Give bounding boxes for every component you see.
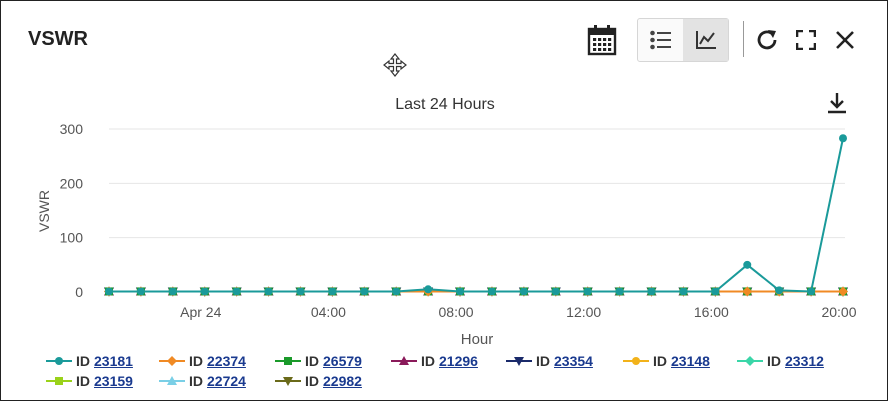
legend-id-prefix: ID [76,353,90,369]
y-tick-label: 100 [60,230,84,246]
legend-item[interactable]: ID 23159 [46,373,133,389]
series-line [109,138,844,293]
legend-id-link[interactable]: 22982 [323,373,362,389]
x-tick-label: Apr 24 [180,304,221,320]
legend-id-link[interactable]: 23181 [94,353,133,369]
legend-id-link[interactable]: 23148 [671,353,710,369]
data-point [743,260,752,269]
x-tick-label: 04:00 [311,304,346,320]
legend-swatch [506,357,532,366]
x-tick-label: 16:00 [694,304,729,320]
legend-id-prefix: ID [189,373,203,389]
legend-id-prefix: ID [653,353,667,369]
x-tick-label: 20:00 [821,304,856,320]
legend-id-prefix: ID [767,353,781,369]
vswr-widget-panel: VSWR Last 24 Hours 0 100 200 300 Apr 24 … [0,0,888,401]
legend-swatch-marker [632,357,640,365]
legend-id-prefix: ID [305,373,319,389]
legend-swatch [159,356,185,366]
data-point [200,287,209,296]
data-point [839,134,847,143]
data-point [487,287,496,296]
data-point [519,287,528,296]
data-point [679,287,688,296]
legend-swatch [391,356,417,365]
legend-item[interactable]: ID 22982 [275,373,362,389]
legend-swatch [275,357,301,365]
x-tick-label: 12:00 [566,304,601,320]
legend-id-link[interactable]: 23312 [785,353,824,369]
data-point [296,287,305,296]
legend-id-prefix: ID [536,353,550,369]
data-point [647,287,656,296]
legend-swatch-marker [55,357,63,365]
legend-id-prefix: ID [189,353,203,369]
legend-id-link[interactable]: 23354 [554,353,593,369]
y-tick-label: 300 [60,121,84,137]
legend-swatch-marker [55,377,63,385]
line-chart: 0 100 200 300 Apr 24 04:00 08:00 12:00 16:00 20:0… [36,121,857,348]
legend-id-link[interactable]: 26579 [323,353,362,369]
legend-swatch-marker [167,356,177,366]
legend-item[interactable]: ID 23354 [506,353,593,369]
y-tick-label: 0 [75,284,83,300]
data-point [168,287,177,296]
legend-id-link[interactable]: 22374 [207,353,246,369]
data-point [551,287,560,296]
legend-swatch [737,356,763,366]
data-point [615,287,624,296]
legend-item[interactable]: ID 21296 [391,353,478,369]
legend-id-prefix: ID [421,353,435,369]
data-point [424,285,433,294]
legend-swatch-marker [745,356,755,366]
legend-id-link[interactable]: 22724 [207,373,246,389]
legend-swatch [46,357,72,365]
legend-id-link[interactable]: 23159 [94,373,133,389]
data-point [328,287,337,296]
legend-item[interactable]: ID 26579 [275,353,362,369]
data-point [456,287,465,296]
legend-swatch [159,376,185,385]
data-point [136,287,145,296]
data-point [232,287,241,296]
legend-id-prefix: ID [305,353,319,369]
legend-item[interactable]: ID 22374 [159,353,246,369]
data-point [583,287,592,296]
legend-id-link[interactable]: 21296 [439,353,478,369]
legend-item[interactable]: ID 22724 [159,373,246,389]
data-point [264,287,273,296]
data-point [775,286,784,295]
legend-item[interactable]: ID 23148 [623,353,710,369]
y-tick-label: 200 [60,175,84,191]
legend-id-prefix: ID [76,373,90,389]
data-point [360,287,369,296]
x-axis-label: Hour [461,331,494,348]
data-point [807,287,816,296]
data-point [392,287,401,296]
legend-item[interactable]: ID 23312 [737,353,824,369]
y-axis-label: VSWR [36,190,52,232]
data-point [711,287,720,296]
legend-swatch [46,377,72,385]
legend-swatch [623,357,649,365]
legend-item[interactable]: ID 23181 [46,353,133,369]
x-tick-label: 08:00 [439,304,474,320]
legend-swatch-marker [284,357,292,365]
data-point [105,287,113,296]
legend-swatch [275,377,301,386]
